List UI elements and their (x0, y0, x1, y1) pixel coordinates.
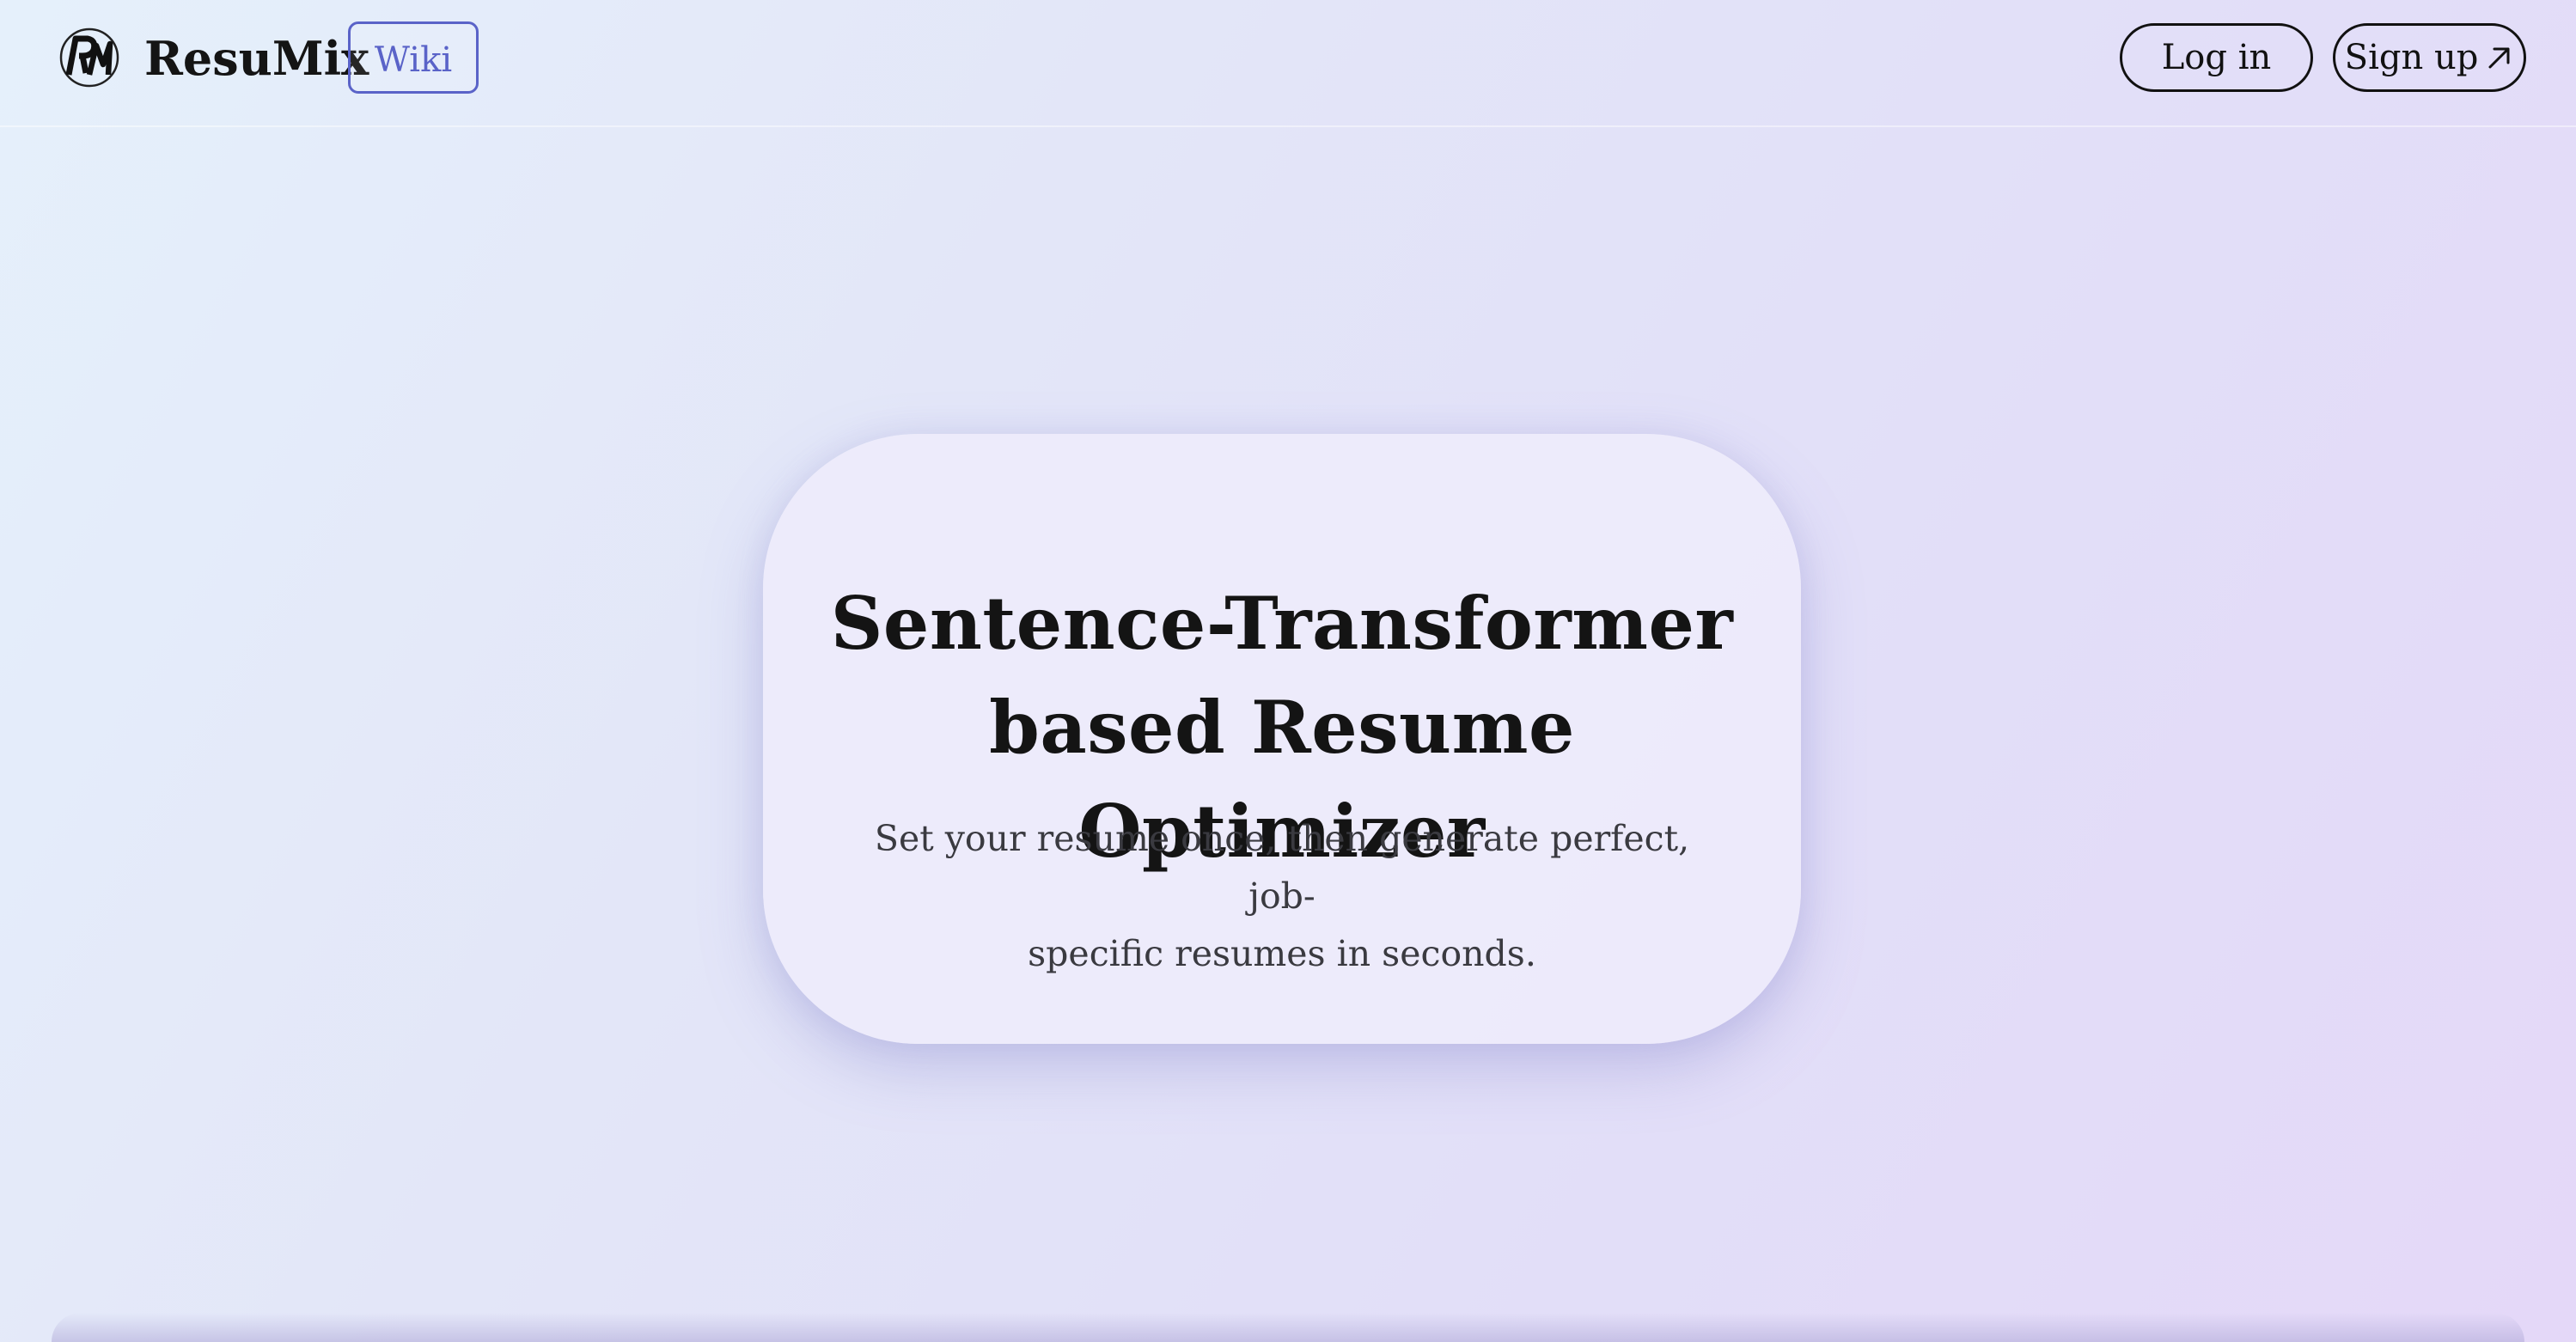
rm-monogram-icon[interactable] (58, 27, 120, 88)
hero-subtitle-line-1: Set your resume once, then generate perf… (874, 818, 1690, 917)
hero-title-line-1: Sentence-Transformer (830, 581, 1734, 666)
login-button[interactable]: Log in (2120, 23, 2313, 92)
arrow-up-right-icon (2488, 47, 2510, 69)
signup-button-label: Sign up (2344, 38, 2479, 77)
hero-subtitle: Set your resume once, then generate perf… (866, 810, 1698, 983)
brand-name[interactable]: ResuMix (144, 29, 369, 88)
hero-subtitle-line-2: specific resumes in seconds. (1028, 933, 1536, 974)
top-nav: ResuMix Wiki Log in Sign up (0, 0, 2576, 127)
hero-card: Sentence-Transformer based Resume Optimi… (763, 434, 1801, 1044)
login-button-label: Log in (2161, 38, 2272, 77)
next-section-edge (52, 1313, 2524, 1342)
signup-button[interactable]: Sign up (2333, 23, 2526, 92)
wiki-button[interactable]: Wiki (348, 21, 479, 94)
